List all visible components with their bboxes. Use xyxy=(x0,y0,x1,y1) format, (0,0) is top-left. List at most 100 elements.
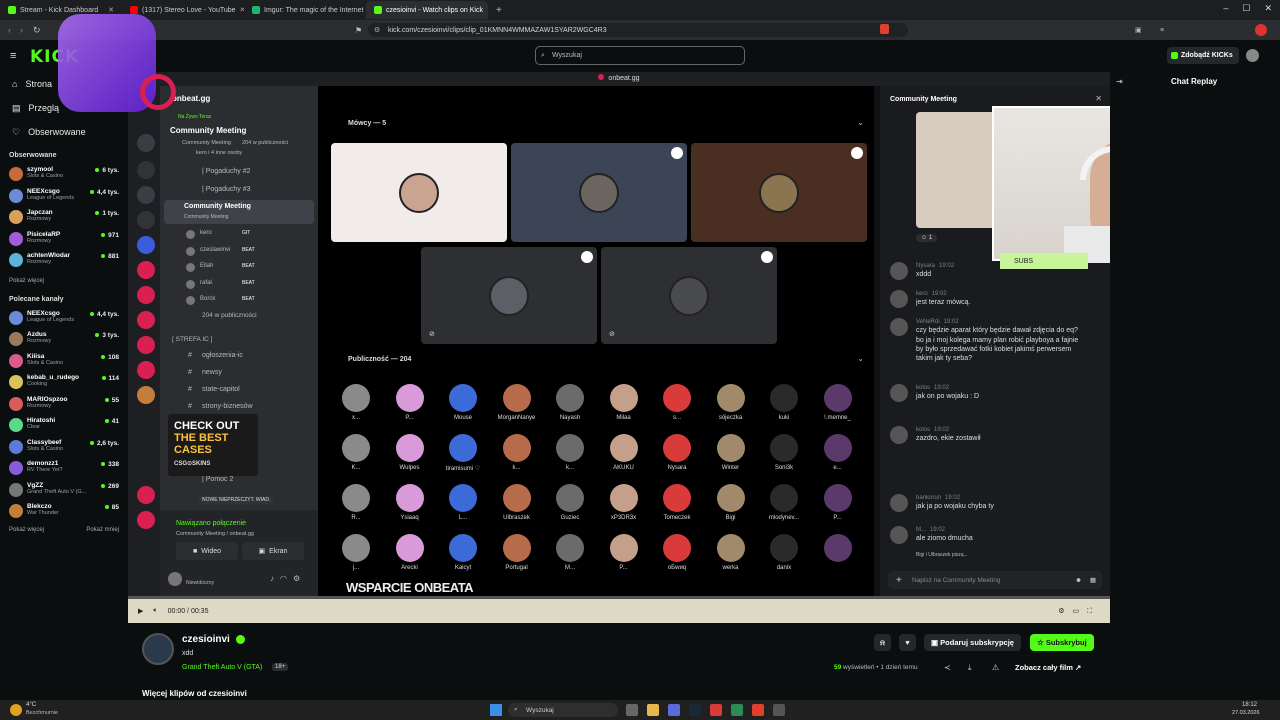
close-icon[interactable]: ✕ xyxy=(1095,94,1102,103)
reaction-chip[interactable]: ☺ 1 xyxy=(916,234,938,242)
server-icon[interactable] xyxy=(137,236,155,254)
audience-member[interactable]: P... xyxy=(813,484,863,521)
url-field[interactable]: ⚙ kick.com/czesioinvi/clips/clip_01KMNN4… xyxy=(368,23,908,37)
audience-member[interactable]: s... xyxy=(652,384,702,421)
voice-channel[interactable]: | Pogaduchy #3 xyxy=(202,186,251,193)
weather-icon[interactable] xyxy=(10,704,22,716)
message-author[interactable]: bankorun 19:02 xyxy=(916,494,1086,502)
server-icon[interactable] xyxy=(137,186,155,204)
reload-icon[interactable]: ↻ xyxy=(33,25,41,36)
live-event-title[interactable]: Community Meeting xyxy=(170,126,246,135)
taskbar-search[interactable]: ⌕ Wyszukaj xyxy=(508,703,618,717)
server-icon[interactable] xyxy=(137,261,155,279)
hamburger-icon[interactable]: ≡ xyxy=(10,50,16,62)
audience-member[interactable]: L... xyxy=(438,484,488,521)
speaker-tile[interactable]: ⊘ xyxy=(421,247,597,344)
audience-member[interactable]: mlodynev... xyxy=(759,484,809,521)
notify-button[interactable]: ⍾ xyxy=(874,634,891,651)
server-icon[interactable] xyxy=(137,486,155,504)
server-icon[interactable] xyxy=(137,134,155,152)
show-more-link[interactable]: Pokaż więcej xyxy=(0,272,128,288)
bookmark-icon[interactable]: ⚑ xyxy=(355,26,362,35)
follow-button[interactable]: ♥ xyxy=(899,634,916,651)
close-icon[interactable]: ✕ xyxy=(108,6,114,14)
message-avatar[interactable] xyxy=(890,384,908,402)
channel-row[interactable]: achtenWlodar Rozmowy 881 xyxy=(0,250,128,272)
audience-member[interactable]: MorganNanye xyxy=(492,384,542,421)
channel-row[interactable]: MARIOspzoo Rozmowy 55 xyxy=(0,394,128,416)
speaker-tile[interactable] xyxy=(511,143,687,242)
show-more-link[interactable]: Pokaż więcej xyxy=(9,527,44,533)
search-input[interactable]: ⌕ Wyszukaj xyxy=(535,46,745,65)
audience-member[interactable]: Ulbraszek xyxy=(492,484,542,521)
user-avatar[interactable] xyxy=(168,572,182,586)
report-icon[interactable]: ⚠ xyxy=(992,663,999,672)
audience-header[interactable]: Publiczność — 204 xyxy=(348,356,411,363)
channel-row[interactable]: demonzz1 RV There Yet? 338 xyxy=(0,458,128,480)
screen-button[interactable]: ▣ Ekran xyxy=(242,542,304,560)
audience-member[interactable]: Tomeczek xyxy=(652,484,702,521)
server-name[interactable]: onbeat.gg xyxy=(172,94,210,103)
text-channel[interactable]: state-capitol xyxy=(202,386,240,393)
audience-member[interactable]: sójeczka xyxy=(706,384,756,421)
app-icon[interactable] xyxy=(710,704,722,716)
server-icon[interactable] xyxy=(137,511,155,529)
collapse-chat-icon[interactable]: ⇥ xyxy=(1116,77,1123,86)
extension-icon[interactable]: ▣ xyxy=(1135,26,1142,34)
audience-member[interactable]: Kalcyt xyxy=(438,534,488,571)
audience-member[interactable]: k... xyxy=(492,434,542,471)
message-avatar[interactable] xyxy=(890,526,908,544)
channel-row[interactable]: Classybeef Slots & Casino 2,6 tys. xyxy=(0,437,128,459)
fullscreen-icon[interactable]: ⛶ xyxy=(1087,608,1100,615)
server-icon[interactable] xyxy=(137,361,155,379)
audience-member[interactable]: xP3DR3x xyxy=(599,484,649,521)
brave-shield-icon[interactable] xyxy=(880,24,889,34)
speaker-tile[interactable] xyxy=(331,143,507,242)
message-author[interactable]: M... 19:02 xyxy=(916,526,1086,534)
channel-row[interactable]: PisicelaRP Rozmowy 971 xyxy=(0,229,128,251)
audience-member[interactable]: Wulpes xyxy=(385,434,435,471)
channel-row[interactable]: Blekczo War Thunder 85 xyxy=(0,501,128,523)
task-view-icon[interactable] xyxy=(626,704,638,716)
audience-member[interactable]: Winter xyxy=(706,434,756,471)
profile-avatar[interactable] xyxy=(1255,24,1267,36)
collapse-icon[interactable]: ⌄ xyxy=(857,118,864,127)
audience-member[interactable]: j... xyxy=(331,534,381,571)
channel-row[interactable]: NEEXcsgo League of Legends 4,4 tys. xyxy=(0,186,128,208)
channel-row[interactable]: szymool Slots & Casino 6 tys. xyxy=(0,164,128,186)
message-author[interactable]: kolos 19:02 xyxy=(916,426,1086,434)
voice-channel[interactable]: | Pomoc 2 xyxy=(202,476,233,483)
audience-member[interactable]: R... xyxy=(331,484,381,521)
text-channel[interactable]: newsy xyxy=(202,369,222,376)
browser-tab[interactable]: Imgur: The magic of the Internet✕ xyxy=(244,1,366,19)
plus-icon[interactable]: + xyxy=(896,575,902,586)
audience-member[interactable]: werka xyxy=(706,534,756,571)
message-author[interactable]: VeNeRdi 19:02 xyxy=(916,318,1086,326)
attached-image[interactable] xyxy=(916,112,996,228)
audience-member[interactable]: AKUKU xyxy=(599,434,649,471)
back-icon[interactable]: ‹ xyxy=(8,25,11,35)
message-author[interactable]: kero 19:02 xyxy=(916,290,1086,298)
audience-member[interactable]: !.memne_ xyxy=(813,384,863,421)
speaker-name[interactable]: czeslawinvi xyxy=(200,247,230,253)
show-less-link[interactable]: Pokaż mniej xyxy=(86,527,119,533)
server-icon[interactable] xyxy=(137,161,155,179)
server-icon[interactable] xyxy=(137,286,155,304)
new-unread-badge[interactable]: NOWE NIEPRZECZYT. WIAD. xyxy=(198,496,275,504)
message-avatar[interactable] xyxy=(890,494,908,512)
channel-row[interactable]: Hiratoshi Clear 41 xyxy=(0,415,128,437)
channel-row[interactable]: NEEXcsgo League of Legends 4,4 tys. xyxy=(0,308,128,330)
audience-member[interactable]: e... xyxy=(813,434,863,471)
menu-icon[interactable]: ≡ xyxy=(1160,27,1164,34)
watch-full-button[interactable]: Zobacz cały film ↗ xyxy=(1008,659,1088,676)
collapse-icon[interactable]: ⌄ xyxy=(857,354,864,363)
emoji-icon[interactable]: ☻ xyxy=(1075,577,1082,584)
audience-member[interactable]: Mouse xyxy=(438,384,488,421)
audience-member[interactable]: Ysiaaq xyxy=(385,484,435,521)
minimize-icon[interactable]: – xyxy=(1223,3,1228,14)
speaker-tile[interactable] xyxy=(691,143,867,242)
video-button[interactable]: ■ Wideo xyxy=(176,542,238,560)
audience-member[interactable]: Soni3k xyxy=(759,434,809,471)
speaker-name[interactable]: Ellah xyxy=(200,263,213,269)
user-avatar[interactable] xyxy=(1246,49,1259,62)
